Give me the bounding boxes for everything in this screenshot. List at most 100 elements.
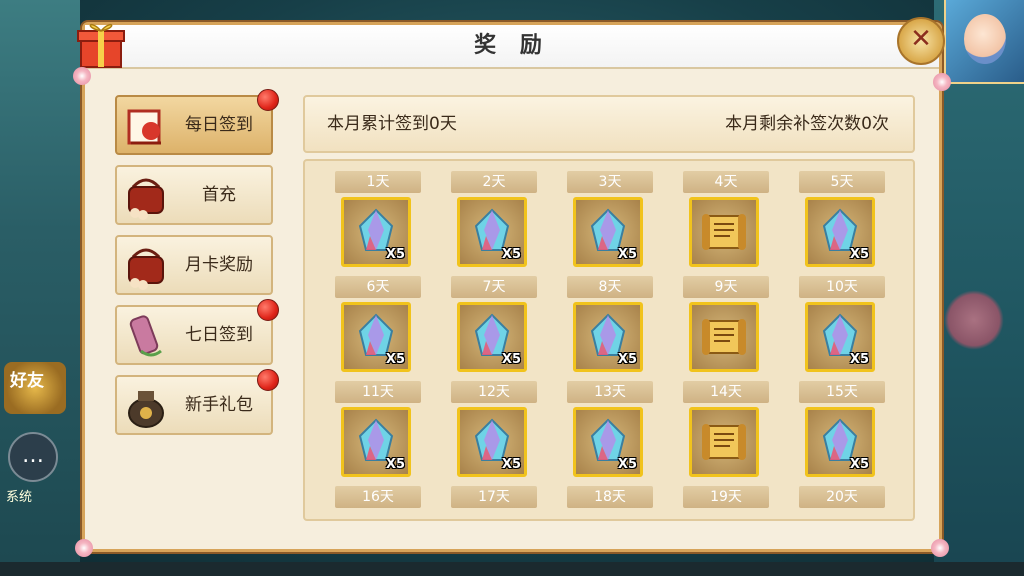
player-avatar[interactable]: [944, 0, 1024, 84]
reward-cell[interactable]: 2天 X5: [451, 171, 537, 267]
reward-item-slot[interactable]: X5: [573, 197, 643, 267]
menu-label: 每日签到: [185, 115, 253, 135]
day-label: 14天: [683, 381, 769, 403]
basket-icon: [128, 248, 164, 290]
flower-decoration-icon: [75, 539, 93, 557]
reward-cell[interactable]: 3天 X5: [567, 171, 653, 267]
day-label: 16天: [335, 486, 421, 508]
reward-cell[interactable]: 9天: [683, 276, 769, 372]
day-label: 20天: [799, 486, 885, 508]
notification-badge: [257, 89, 279, 111]
remaining-makeup-text: 本月剩余补签次数0次: [725, 114, 889, 134]
day-label: 11天: [335, 381, 421, 403]
chat-button[interactable]: …: [8, 432, 58, 482]
item-quantity: X5: [385, 352, 405, 367]
reward-grid: 1天 X5 2天 X5 3天 X5 4天 5天 X5 6天 X5 7天 X5 8天 X5 9天 10天 X5 11天…: [303, 159, 915, 521]
close-button[interactable]: ✕: [897, 17, 945, 65]
reward-item-slot[interactable]: [689, 407, 759, 477]
reward-cell[interactable]: 11天 X5: [335, 381, 421, 477]
scroll-icon: [702, 319, 746, 355]
day-label: 17天: [451, 486, 537, 508]
day-label: 3天: [567, 171, 653, 193]
item-quantity: X5: [617, 457, 637, 472]
reward-item-slot[interactable]: X5: [805, 302, 875, 372]
item-quantity: X5: [849, 247, 869, 262]
reward-cell[interactable]: 1天 X5: [335, 171, 421, 267]
item-quantity: X5: [385, 247, 405, 262]
reward-item-slot[interactable]: X5: [573, 407, 643, 477]
reward-item-slot[interactable]: [689, 197, 759, 267]
reward-cell[interactable]: 18天: [567, 486, 653, 508]
reward-item-slot[interactable]: X5: [457, 302, 527, 372]
reward-cell[interactable]: 20天: [799, 486, 885, 508]
day-label: 2天: [451, 171, 537, 193]
menu-item-daily-signin[interactable]: 每日签到: [115, 89, 279, 155]
scroll-icon: [702, 424, 746, 460]
menu-item-monthly-card[interactable]: 月卡奖励: [115, 235, 273, 295]
reward-cell[interactable]: 8天 X5: [567, 276, 653, 372]
menu-item-seven-day-signin[interactable]: 七日签到: [115, 299, 279, 365]
day-label: 12天: [451, 381, 537, 403]
reward-cell[interactable]: 19天: [683, 486, 769, 508]
reward-item-slot[interactable]: X5: [805, 407, 875, 477]
chat-bubble-icon: …: [22, 443, 44, 468]
bottom-status-bar: [0, 562, 1024, 576]
reward-item-slot[interactable]: X5: [805, 197, 875, 267]
reward-cell[interactable]: 15天 X5: [799, 381, 885, 477]
day-label: 8天: [567, 276, 653, 298]
flower-decoration-icon: [73, 67, 91, 85]
day-label: 15天: [799, 381, 885, 403]
reward-item-slot[interactable]: X5: [341, 302, 411, 372]
menu-item-first-recharge[interactable]: 首充: [115, 165, 273, 225]
day-label: 1天: [335, 171, 421, 193]
reward-cell[interactable]: 12天 X5: [451, 381, 537, 477]
dialog-title: 奖 励: [474, 33, 550, 58]
dialog-title-bar: 奖 励: [85, 25, 939, 69]
system-chat-label: 系统: [6, 490, 33, 505]
day-label: 13天: [567, 381, 653, 403]
reward-item-slot[interactable]: [689, 302, 759, 372]
menu-item-newbie-pack[interactable]: 新手礼包: [115, 369, 279, 435]
reward-item-slot[interactable]: X5: [457, 197, 527, 267]
day-label: 5天: [799, 171, 885, 193]
item-quantity: X5: [501, 352, 521, 367]
reward-item-slot[interactable]: X5: [457, 407, 527, 477]
day-label: 18天: [567, 486, 653, 508]
reward-cell[interactable]: 16天: [335, 486, 421, 508]
flower-decoration-icon: [933, 73, 951, 91]
reward-cell[interactable]: 4天: [683, 171, 769, 267]
friend-button[interactable]: 好友: [4, 362, 66, 414]
avatar-face-icon: [964, 14, 1006, 64]
notification-badge: [257, 299, 279, 321]
day-label: 19天: [683, 486, 769, 508]
menu-label: 月卡奖励: [185, 255, 253, 275]
menu-label: 七日签到: [185, 325, 253, 345]
item-quantity: X5: [617, 247, 637, 262]
treasure-jar-icon: [128, 391, 164, 428]
day-label: 4天: [683, 171, 769, 193]
reward-cell[interactable]: 14天: [683, 381, 769, 477]
flower-decoration-icon: [931, 539, 949, 557]
total-signed-text: 本月累计签到0天: [327, 114, 457, 134]
item-quantity: X5: [849, 352, 869, 367]
reward-dialog: 奖 励 ✕ 每日签到 首充 月卡奖励 七日签到 新手礼包 本月累计签到0天 本月…: [73, 17, 951, 557]
day-label: 6天: [335, 276, 421, 298]
reward-cell[interactable]: 5天 X5: [799, 171, 885, 267]
reward-item-slot[interactable]: X5: [573, 302, 643, 372]
day-label: 10天: [799, 276, 885, 298]
item-quantity: X5: [385, 457, 405, 472]
signin-info-bar: 本月累计签到0天 本月剩余补签次数0次: [303, 95, 915, 153]
reward-cell[interactable]: 6天 X5: [335, 276, 421, 372]
reward-cell[interactable]: 17天: [451, 486, 537, 508]
item-quantity: X5: [849, 457, 869, 472]
reward-cell[interactable]: 7天 X5: [451, 276, 537, 372]
day-label: 7天: [451, 276, 537, 298]
reward-cell[interactable]: 10天 X5: [799, 276, 885, 372]
day-label: 9天: [683, 276, 769, 298]
scroll-icon: [702, 214, 746, 250]
close-icon: ✕: [910, 24, 932, 54]
friend-label: 好友: [10, 371, 44, 391]
reward-cell[interactable]: 13天 X5: [567, 381, 653, 477]
reward-item-slot[interactable]: X5: [341, 197, 411, 267]
reward-item-slot[interactable]: X5: [341, 407, 411, 477]
